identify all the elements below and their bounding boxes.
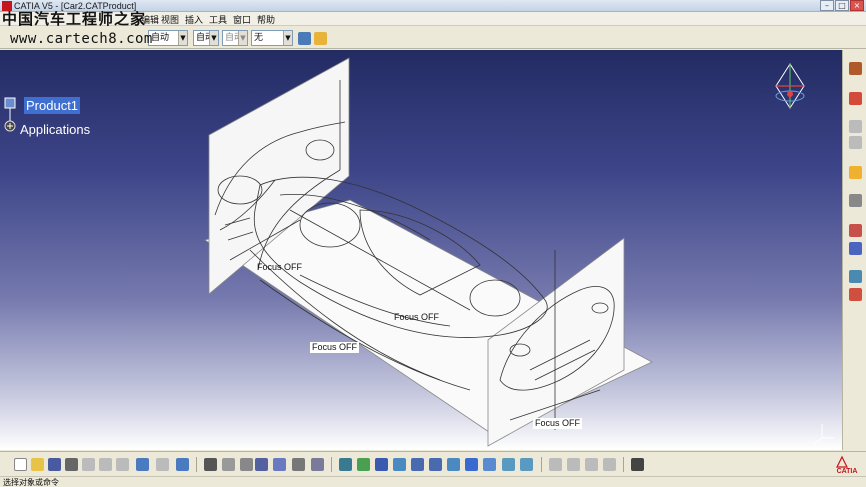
formula-icon[interactable] bbox=[204, 458, 217, 471]
shading-icon[interactable] bbox=[483, 458, 496, 471]
tree-structure-icon[interactable] bbox=[273, 458, 286, 471]
hide-show-icon[interactable] bbox=[502, 458, 515, 471]
toolbar-separator bbox=[196, 457, 197, 472]
select-arrow-icon[interactable] bbox=[849, 166, 862, 179]
sketch-icon[interactable] bbox=[849, 224, 862, 237]
status-text: 选择对象或命令 bbox=[3, 478, 59, 487]
fit-all-icon[interactable] bbox=[357, 458, 370, 471]
rotate-icon[interactable] bbox=[393, 458, 406, 471]
chevron-down-icon: ▼ bbox=[178, 31, 187, 45]
chevron-down-icon: ▼ bbox=[283, 31, 292, 45]
chevron-down-icon: ▼ bbox=[209, 31, 218, 45]
linetype-combo-value: 无 bbox=[254, 33, 264, 43]
linewidth-combo[interactable]: 自动 ▼ bbox=[222, 30, 248, 46]
compass-icon bbox=[775, 63, 805, 109]
car-sketch-planes bbox=[204, 57, 834, 447]
right-toolbar bbox=[842, 50, 866, 450]
focus-label-front: Focus OFF bbox=[533, 418, 583, 429]
window-controls: – □ × bbox=[820, 0, 864, 11]
catia-logo-text: CATIA bbox=[837, 468, 858, 475]
product-icon[interactable] bbox=[849, 136, 862, 149]
axis-triad-icon bbox=[813, 424, 834, 445]
close-button[interactable]: × bbox=[850, 0, 864, 11]
compass-tool-icon[interactable] bbox=[603, 458, 616, 471]
redo-icon[interactable] bbox=[156, 458, 169, 471]
assembly-design-icon[interactable] bbox=[849, 62, 862, 75]
focus-label-side: Focus OFF bbox=[257, 262, 303, 272]
settings-icon[interactable] bbox=[849, 194, 862, 207]
undo-icon[interactable] bbox=[136, 458, 149, 471]
knowledge-icon[interactable] bbox=[240, 458, 253, 471]
color-combo-value: 自动 bbox=[151, 33, 170, 43]
fly-mode-icon[interactable] bbox=[339, 458, 352, 471]
swap-space-icon[interactable] bbox=[520, 458, 533, 471]
zoom-out-icon[interactable] bbox=[429, 458, 442, 471]
catalog-icon[interactable] bbox=[311, 458, 324, 471]
cube-icon[interactable] bbox=[849, 242, 862, 255]
menu-window[interactable]: 窗口 bbox=[233, 13, 251, 26]
front-plane bbox=[487, 237, 625, 447]
focus-label-floor: Focus OFF bbox=[310, 342, 360, 353]
menu-view[interactable]: 视图 bbox=[161, 13, 179, 26]
camera-icon[interactable] bbox=[631, 458, 644, 471]
menu-tools[interactable]: 工具 bbox=[209, 13, 227, 26]
pan-icon[interactable] bbox=[375, 458, 388, 471]
component-icon[interactable] bbox=[849, 120, 862, 133]
linetype-combo[interactable]: 无 ▼ bbox=[251, 30, 293, 46]
bottom-toolbar: CATIA bbox=[0, 451, 866, 476]
color-combo[interactable]: 自动 ▼ bbox=[148, 30, 188, 46]
save-icon[interactable] bbox=[48, 458, 61, 471]
menu-insert[interactable]: 插入 bbox=[185, 13, 203, 26]
watermark-url: www.cartech8.com bbox=[10, 31, 153, 47]
cut-icon[interactable] bbox=[82, 458, 95, 471]
paste-icon[interactable] bbox=[116, 458, 129, 471]
lock-icon[interactable] bbox=[292, 458, 305, 471]
restore-button[interactable]: □ bbox=[835, 0, 849, 11]
magic-wand-icon[interactable] bbox=[314, 32, 327, 45]
toolbar-separator bbox=[541, 457, 542, 472]
iso-view-icon[interactable] bbox=[465, 458, 478, 471]
copy-icon[interactable] bbox=[99, 458, 112, 471]
pdf-icon[interactable] bbox=[849, 92, 862, 105]
open-folder-icon[interactable] bbox=[31, 458, 44, 471]
toolbar-separator bbox=[331, 457, 332, 472]
print-icon[interactable] bbox=[65, 458, 78, 471]
3d-viewport[interactable]: Product1 Applications Focus OFF Focus OF… bbox=[0, 50, 842, 450]
catia-logo: CATIA bbox=[836, 455, 858, 475]
snap-icon[interactable] bbox=[849, 288, 862, 301]
constraint-icon[interactable] bbox=[849, 270, 862, 283]
comment-icon[interactable] bbox=[222, 458, 235, 471]
whats-this-icon[interactable] bbox=[176, 458, 189, 471]
paintbrush-icon[interactable] bbox=[298, 32, 311, 45]
status-bar: 选择对象或命令 bbox=[0, 476, 866, 487]
tree-node-product1[interactable]: Product1 bbox=[24, 97, 81, 114]
focus-label-top: Focus OFF bbox=[394, 312, 440, 322]
normal-view-icon[interactable] bbox=[447, 458, 460, 471]
tree-node-applications[interactable]: Applications bbox=[20, 121, 90, 138]
transparency-combo[interactable]: 自动 ▼ bbox=[193, 30, 219, 46]
toolbar-separator bbox=[623, 457, 624, 472]
chevron-down-icon: ▼ bbox=[238, 31, 247, 45]
minimize-button[interactable]: – bbox=[820, 0, 834, 11]
menu-help[interactable]: 帮助 bbox=[257, 13, 275, 26]
measure-icon[interactable] bbox=[549, 458, 562, 471]
measure-item-icon[interactable] bbox=[567, 458, 580, 471]
watermark-site-name: 中国汽车工程师之家 bbox=[2, 10, 147, 28]
apply-material-icon[interactable] bbox=[585, 458, 598, 471]
zoom-in-icon[interactable] bbox=[411, 458, 424, 471]
table-icon[interactable] bbox=[255, 458, 268, 471]
new-file-icon[interactable] bbox=[14, 458, 27, 471]
